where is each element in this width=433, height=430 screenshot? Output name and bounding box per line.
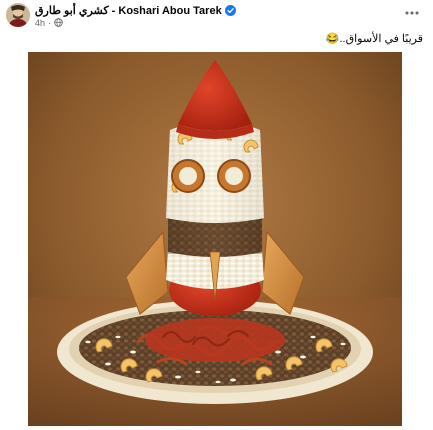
verified-badge-icon	[224, 5, 236, 16]
post-meta: 4h ·	[35, 17, 63, 28]
koshari-rocket-image	[28, 52, 402, 426]
post-photo[interactable]	[28, 52, 402, 426]
globe-icon	[54, 18, 63, 27]
post-text: قريبًا في الأسواق..😂	[325, 33, 423, 45]
more-options-icon	[405, 11, 419, 15]
avatar[interactable]	[6, 3, 30, 27]
author-name[interactable]: كشري أبو طارق - Koshari Abou Tarek	[35, 4, 222, 17]
post-header: كشري أبو طارق - Koshari Abou Tarek 4h ·	[0, 0, 433, 30]
more-options-button[interactable]	[401, 4, 423, 22]
post-time[interactable]: 4h	[35, 18, 45, 28]
meta-separator: ·	[48, 17, 52, 28]
author-line: كشري أبو طارق - Koshari Abou Tarek	[35, 4, 236, 17]
